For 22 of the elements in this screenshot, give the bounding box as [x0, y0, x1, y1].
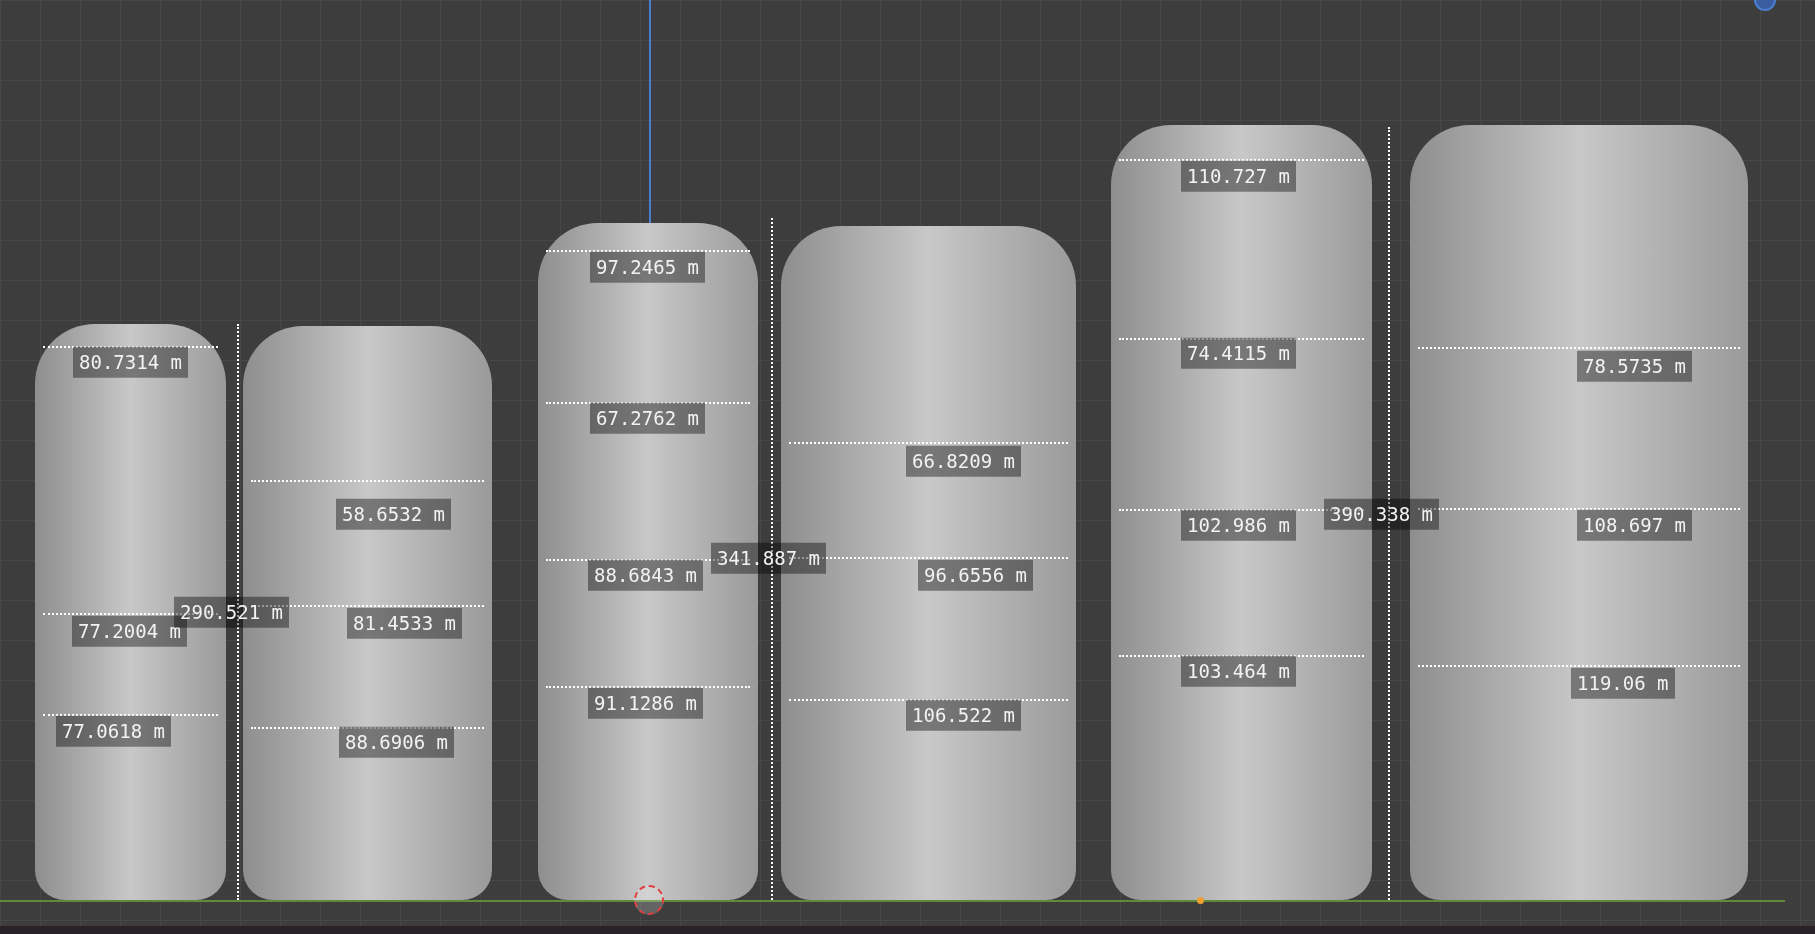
measurement-label: 66.8209 m — [906, 445, 1021, 477]
measurement-label: 110.727 m — [1181, 160, 1296, 192]
measurement-label: 58.6532 m — [336, 498, 451, 530]
measurement-label: 103.464 m — [1181, 655, 1296, 687]
measurement-label: 106.522 m — [906, 699, 1021, 731]
measurement-label: 108.697 m — [1577, 509, 1692, 541]
measurement-label: 97.2465 m — [590, 251, 705, 283]
measurement-label: 80.7314 m — [73, 346, 188, 378]
measurement-label: 78.5735 m — [1577, 350, 1692, 382]
measurement-label: 102.986 m — [1181, 509, 1296, 541]
sculpt-model[interactable] — [1410, 125, 1748, 900]
measurement-label: 119.06 m — [1571, 667, 1675, 699]
3d-cursor-icon[interactable] — [634, 885, 664, 915]
measurement-label: 88.6906 m — [339, 726, 454, 758]
measurement-label: 88.6843 m — [588, 559, 703, 591]
measurement-label: 67.2762 m — [590, 402, 705, 434]
measurement-label: 81.4533 m — [347, 607, 462, 639]
measurement-label: 91.1286 m — [588, 687, 703, 719]
measurement-label: 96.6556 m — [918, 559, 1033, 591]
3d-viewport[interactable] — [0, 0, 1815, 934]
measurement-label: 77.0618 m — [56, 715, 171, 747]
measurement-label: 74.4115 m — [1181, 337, 1296, 369]
